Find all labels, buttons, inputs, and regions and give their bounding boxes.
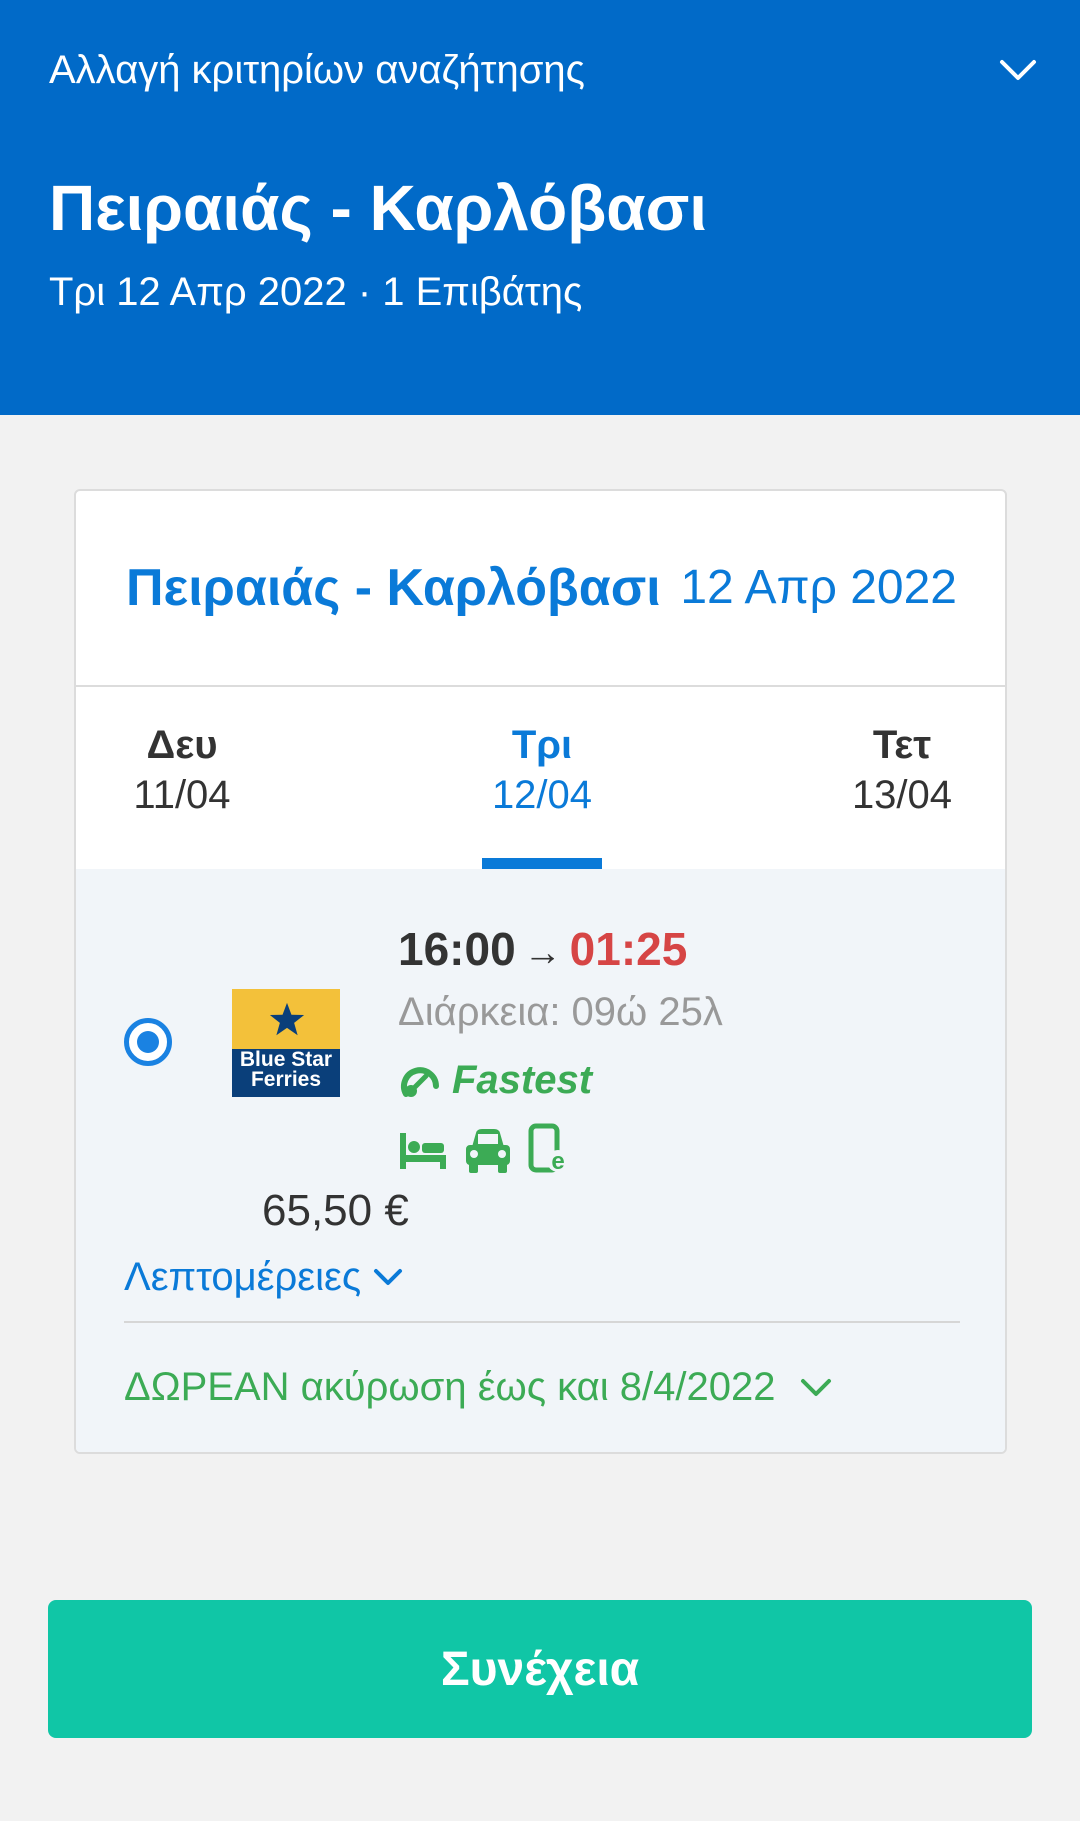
chevron-down-icon	[801, 1379, 832, 1396]
day-date: 11/04	[133, 773, 231, 817]
free-cancellation-toggle[interactable]: ΔΩΡΕΑΝ ακύρωση έως και 8/4/2022	[124, 1362, 833, 1412]
card-route: Πειραιάς - Καρλόβασι	[126, 559, 661, 617]
chevron-down-icon	[374, 1269, 403, 1285]
day-date: 12/04	[491, 773, 593, 817]
speedometer-icon	[401, 1067, 439, 1097]
free-cancellation-label: ΔΩΡΕΑΝ ακύρωση έως και 8/4/2022	[124, 1365, 776, 1409]
duration: Διάρκεια: 09ώ 25λ	[398, 990, 723, 1034]
page-title: Πειραιάς - Καρλόβασι	[49, 172, 708, 244]
arrival-time: 01:25	[569, 923, 688, 975]
trip-summary: Τρι 12 Απρ 2022 · 1 Επιβάτης	[49, 270, 583, 314]
day-date: 13/04	[851, 773, 953, 817]
departure-time: 16:00	[398, 923, 516, 975]
fastest-badge: Fastest	[398, 1055, 592, 1105]
card-date: 12 Απρ 2022	[680, 561, 957, 614]
divider	[124, 1321, 960, 1323]
day-name: Τετ	[872, 723, 932, 767]
star-icon	[269, 1002, 305, 1036]
active-day-indicator	[482, 858, 602, 869]
bed-icon	[400, 1133, 446, 1169]
trip-card: Πειραιάς - Καρλόβασι 12 Απρ 2022 Δευ 11/…	[74, 489, 1007, 1454]
amenities: e	[398, 1123, 570, 1175]
chevron-down-icon[interactable]	[996, 50, 1040, 90]
day-tab-tue[interactable]: Τρι 12/04	[462, 721, 622, 821]
search-header: Αλλαγή κριτηρίων αναζήτησης Πειραιάς - Κ…	[0, 0, 1080, 415]
card-header: Πειραιάς - Καρλόβασι 12 Απρ 2022	[76, 491, 1005, 687]
day-tab-mon[interactable]: Δευ 11/04	[102, 721, 262, 821]
blue-star-ferries-logo: Blue Star Ferries	[232, 989, 340, 1097]
change-search-criteria-link[interactable]: Αλλαγή κριτηρίων αναζήτησης	[49, 44, 585, 96]
svg-text:e: e	[551, 1148, 564, 1175]
day-tab-wed[interactable]: Τετ 13/04	[822, 721, 982, 821]
details-label: Λεπτομέρειες	[124, 1255, 362, 1299]
sailing-times: 16:00 → 01:25	[398, 921, 687, 981]
details-toggle[interactable]: Λεπτομέρειες	[124, 1252, 403, 1302]
fastest-label: Fastest	[452, 1057, 593, 1102]
arrow-icon: →	[523, 932, 562, 974]
select-radio[interactable]	[124, 1018, 172, 1066]
logo-text: Blue Star Ferries	[239, 1048, 333, 1091]
continue-button[interactable]: Συνέχεια	[48, 1600, 1032, 1738]
car-icon	[466, 1129, 510, 1173]
day-name: Τρι	[511, 723, 573, 767]
price: 65,50 €	[262, 1186, 409, 1235]
e-ticket-icon: e	[528, 1123, 569, 1175]
sailing-result[interactable]: Blue Star Ferries 16:00 → 01:25 Διάρκεια: …	[76, 869, 1005, 1452]
day-name: Δευ	[146, 723, 218, 767]
